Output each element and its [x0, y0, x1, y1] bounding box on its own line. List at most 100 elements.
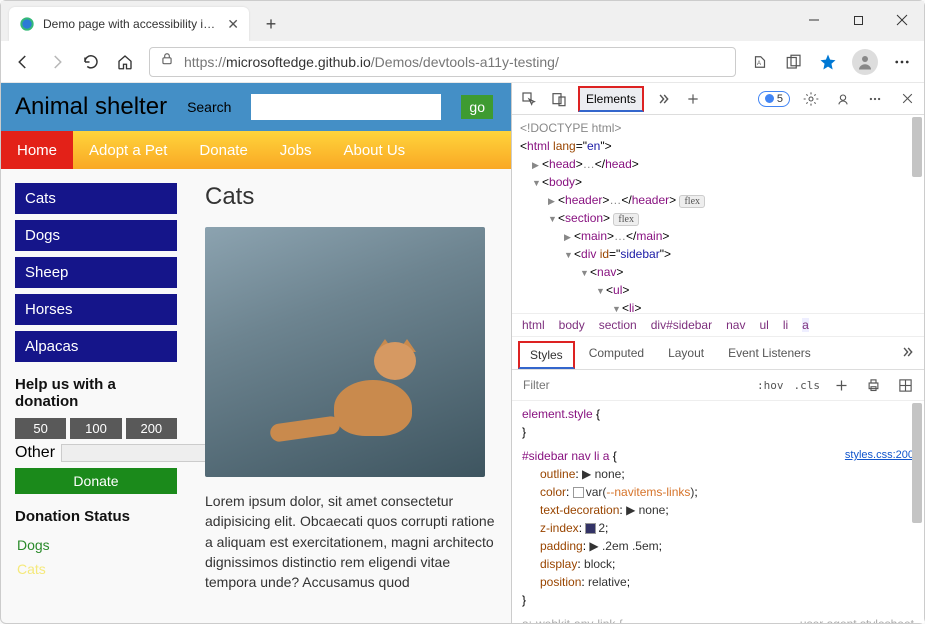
- feedback-icon[interactable]: [832, 88, 854, 110]
- new-rule-icon[interactable]: [830, 374, 852, 396]
- styles-filter-input[interactable]: [520, 375, 747, 395]
- breadcrumb-item[interactable]: a: [802, 318, 809, 332]
- refresh-button[interactable]: [81, 52, 101, 72]
- subtab-event-listeners[interactable]: Event Listeners: [718, 341, 821, 369]
- more-tabs-icon[interactable]: [652, 88, 674, 110]
- tab-close-icon[interactable]: ✕: [227, 16, 239, 33]
- css-rule[interactable]: text-decoration: ▶ none;: [522, 501, 914, 519]
- donation-heading: Help us with a donation: [15, 376, 177, 410]
- print-icon[interactable]: [862, 374, 884, 396]
- donate-button[interactable]: Donate: [15, 468, 177, 494]
- donation-amount-button[interactable]: 50: [15, 418, 66, 439]
- css-rule[interactable]: outline: ▶ none;: [522, 465, 914, 483]
- dom-tree[interactable]: <!DOCTYPE html> <html lang="en"> <head>……: [512, 115, 924, 313]
- breadcrumb: html body section div#sidebar navul lia: [512, 313, 924, 337]
- search-input[interactable]: [251, 94, 441, 120]
- more-subtabs-icon[interactable]: [896, 341, 918, 363]
- site-title: Animal shelter: [15, 93, 167, 121]
- device-toggle-icon[interactable]: [548, 88, 570, 110]
- window-controls: [792, 3, 924, 41]
- main-nav: HomeAdopt a PetDonateJobsAbout Us: [1, 131, 511, 169]
- sidenav-item[interactable]: Alpacas: [15, 331, 177, 362]
- sidenav-item[interactable]: Dogs: [15, 220, 177, 251]
- flex-badge[interactable]: flex: [613, 213, 639, 226]
- css-rule[interactable]: color: var(--navitems-links);: [522, 483, 914, 501]
- color-swatch-icon[interactable]: [585, 523, 596, 534]
- computed-toggle-icon[interactable]: [894, 374, 916, 396]
- subtab-styles[interactable]: Styles: [518, 341, 575, 369]
- css-rule[interactable]: position: relative;: [522, 573, 914, 591]
- dom-doctype[interactable]: <!DOCTYPE html>: [520, 119, 916, 137]
- breadcrumb-item[interactable]: section: [599, 318, 637, 332]
- add-tab-icon[interactable]: [682, 88, 704, 110]
- search-go-button[interactable]: go: [461, 95, 493, 119]
- mainnav-item[interactable]: Donate: [183, 131, 263, 169]
- color-swatch-icon[interactable]: [573, 487, 584, 498]
- styles-pane[interactable]: element.style { } styles.css:200#sidebar…: [512, 401, 924, 623]
- inspect-icon[interactable]: [518, 88, 540, 110]
- breadcrumb-item[interactable]: div#sidebar: [651, 318, 712, 332]
- mainnav-item[interactable]: About Us: [327, 131, 421, 169]
- flex-badge[interactable]: flex: [679, 195, 705, 208]
- breadcrumb-item[interactable]: html: [522, 318, 545, 332]
- styles-filter-bar: :hov .cls: [512, 370, 924, 401]
- reader-mode-icon[interactable]: A: [750, 52, 770, 72]
- breadcrumb-item[interactable]: nav: [726, 318, 745, 332]
- settings-icon[interactable]: [800, 88, 822, 110]
- css-rule[interactable]: padding: ▶ .2em .5em;: [522, 537, 914, 555]
- styles-tabs: StylesComputedLayoutEvent Listeners: [512, 337, 924, 370]
- svg-text:A: A: [757, 61, 761, 67]
- site-header: Animal shelter Search go: [1, 83, 511, 131]
- breadcrumb-item[interactable]: body: [559, 318, 585, 332]
- main-content: Cats Lorem ipsum dolor, sit amet consect…: [191, 169, 511, 623]
- subtab-layout[interactable]: Layout: [658, 341, 714, 369]
- hov-toggle[interactable]: :hov: [757, 379, 784, 392]
- new-tab-button[interactable]: +: [257, 10, 285, 38]
- back-button[interactable]: [13, 52, 33, 72]
- css-rule[interactable]: z-index: 2;: [522, 519, 914, 537]
- other-label: Other: [15, 444, 55, 462]
- issues-dot-icon: [765, 94, 774, 103]
- url-text: https://microsoftedge.github.io/Demos/de…: [184, 54, 559, 70]
- sidenav-item[interactable]: Cats: [15, 183, 177, 214]
- url-field[interactable]: https://microsoftedge.github.io/Demos/de…: [149, 47, 736, 77]
- mainnav-item[interactable]: Adopt a Pet: [73, 131, 183, 169]
- breadcrumb-item[interactable]: li: [783, 318, 788, 332]
- window-titlebar: Demo page with accessibility issu ✕ +: [1, 1, 924, 41]
- status-item: Dogs: [15, 533, 177, 557]
- maximize-button[interactable]: [836, 3, 880, 37]
- subtab-computed[interactable]: Computed: [579, 341, 654, 369]
- css-rule[interactable]: display: block;: [522, 555, 914, 573]
- collections-icon[interactable]: [784, 52, 804, 72]
- close-window-button[interactable]: [880, 3, 924, 37]
- favorite-icon[interactable]: [818, 52, 838, 72]
- minimize-button[interactable]: [792, 3, 836, 37]
- browser-tab[interactable]: Demo page with accessibility issu ✕: [9, 7, 249, 41]
- status-item: Cats: [15, 557, 177, 581]
- profile-avatar[interactable]: [852, 49, 878, 75]
- mainnav-item[interactable]: Home: [1, 131, 73, 169]
- mainnav-item[interactable]: Jobs: [264, 131, 328, 169]
- sidenav-item[interactable]: Horses: [15, 294, 177, 325]
- devtools-toolbar: Elements 5: [512, 83, 924, 115]
- page-heading: Cats: [205, 183, 497, 211]
- cls-toggle[interactable]: .cls: [794, 379, 821, 392]
- devtools-close-icon[interactable]: [896, 88, 918, 110]
- home-button[interactable]: [115, 52, 135, 72]
- source-link[interactable]: styles.css:200: [845, 447, 914, 464]
- issues-badge[interactable]: 5: [758, 91, 790, 107]
- rendered-page: Animal shelter Search go HomeAdopt a Pet…: [1, 83, 511, 623]
- styles-scrollbar[interactable]: [912, 401, 922, 623]
- devtools-more-icon[interactable]: [864, 88, 886, 110]
- breadcrumb-item[interactable]: ul: [759, 318, 768, 332]
- sidenav-item[interactable]: Sheep: [15, 257, 177, 288]
- donation-amount-button[interactable]: 200: [126, 418, 177, 439]
- dom-scrollbar[interactable]: [912, 115, 922, 313]
- forward-button[interactable]: [47, 52, 67, 72]
- site-info-icon[interactable]: [160, 52, 174, 71]
- article-text: Lorem ipsum dolor, sit amet consectetur …: [205, 491, 497, 592]
- tab-elements[interactable]: Elements: [578, 86, 644, 112]
- donation-amount-button[interactable]: 100: [70, 418, 121, 439]
- more-menu-icon[interactable]: [892, 52, 912, 72]
- search-label: Search: [187, 99, 231, 115]
